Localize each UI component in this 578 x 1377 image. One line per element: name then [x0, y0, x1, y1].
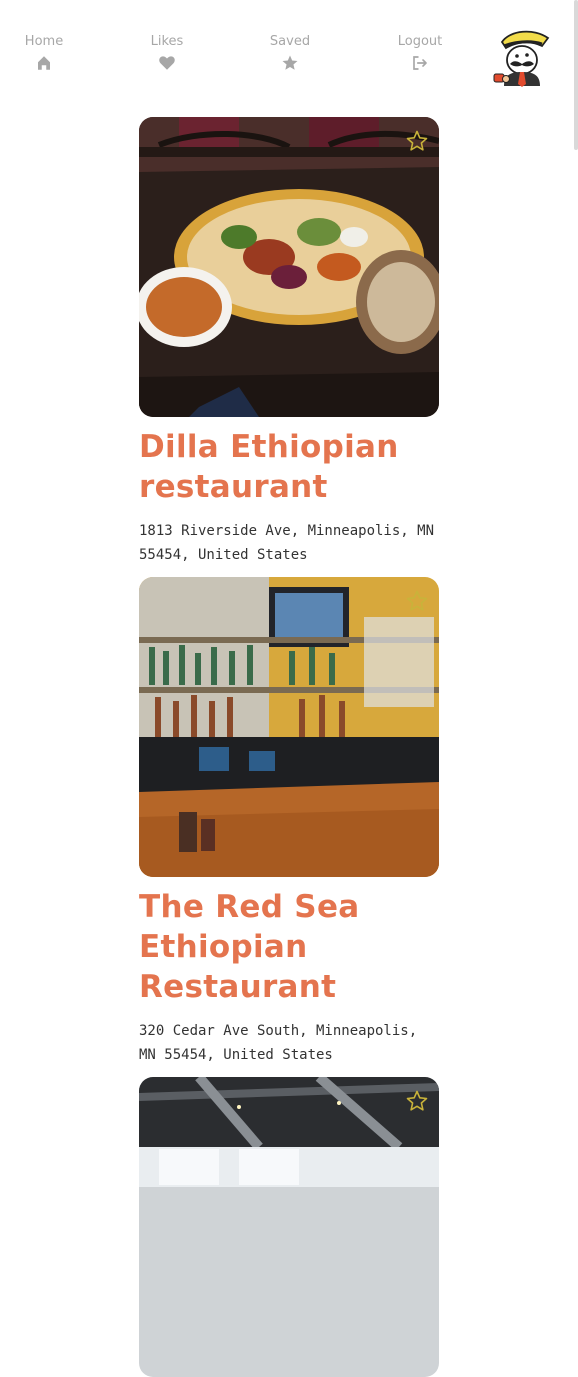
nav-likes-label: Likes [150, 34, 184, 49]
logout-icon [413, 56, 427, 70]
star-icon [282, 55, 298, 70]
restaurant-interior-image [139, 1077, 439, 1377]
home-icon [38, 56, 50, 70]
injera-platter-image [139, 117, 439, 417]
save-star-icon[interactable] [405, 1089, 429, 1113]
nav-saved[interactable]: Saved [250, 34, 330, 72]
restaurant-name[interactable]: The Red Sea Ethiopian Restaurant [139, 887, 439, 1007]
restaurant-card[interactable] [139, 1077, 439, 1377]
nav-home[interactable]: Home [4, 34, 84, 72]
save-star-icon[interactable] [405, 589, 429, 613]
restaurant-card[interactable]: The Red Sea Ethiopian Restaurant 320 Ced… [139, 577, 439, 1067]
scrollbar[interactable] [574, 0, 578, 150]
nav-likes[interactable]: Likes [127, 34, 207, 72]
heart-icon [159, 56, 175, 70]
nav-logout[interactable]: Logout [380, 34, 460, 72]
bar-interior-photo[interactable] [139, 577, 439, 877]
restaurant-address: 320 Cedar Ave South, Minneapolis, MN 554… [139, 1023, 418, 1063]
mustache-chef-mascot-icon[interactable] [490, 24, 552, 88]
restaurant-interior-photo[interactable] [139, 1077, 439, 1377]
restaurant-card[interactable]: Dilla Ethiopian restaurant 1813 Riversid… [139, 117, 439, 567]
top-navigation: Home Likes Saved Logout [0, 0, 560, 100]
nav-saved-label: Saved [269, 34, 311, 49]
nav-home-label: Home [24, 34, 64, 49]
save-star-icon[interactable] [405, 129, 429, 153]
restaurant-address: 1813 Riverside Ave, Minneapolis, MN 5545… [139, 523, 435, 563]
nav-logout-label: Logout [397, 34, 443, 49]
restaurant-name[interactable]: Dilla Ethiopian restaurant [139, 427, 439, 507]
bar-interior-image [139, 577, 439, 877]
injera-platter-photo[interactable] [139, 117, 439, 417]
